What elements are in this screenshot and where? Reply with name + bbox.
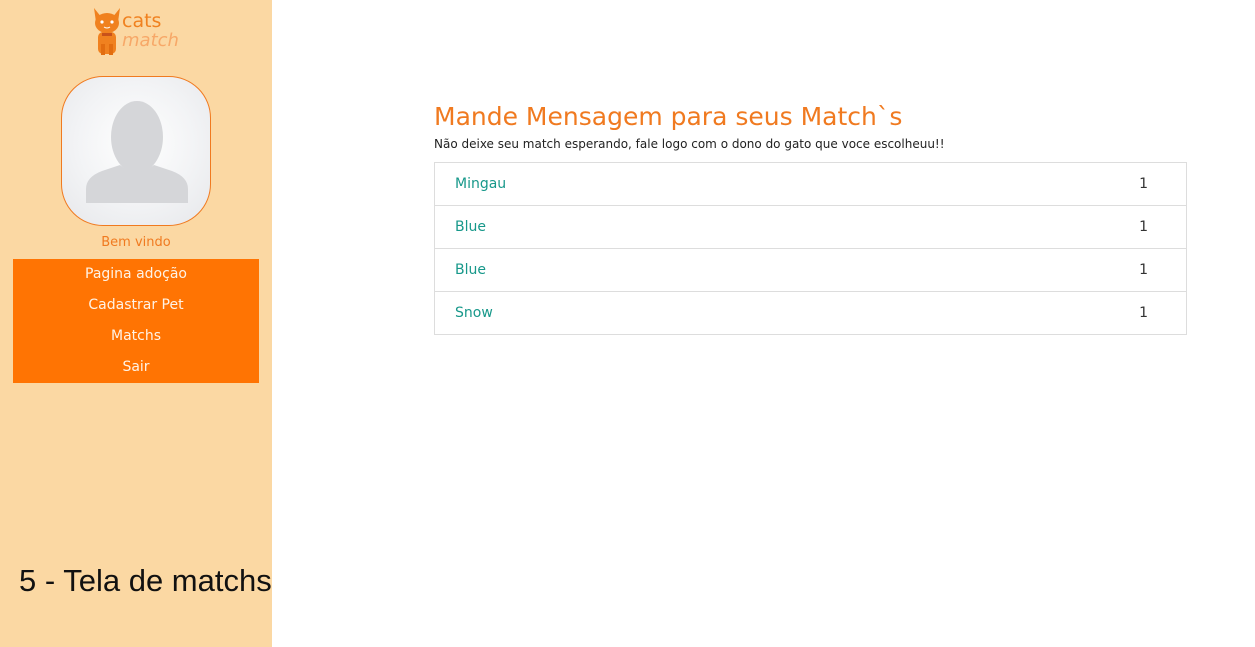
match-count-badge: 1 [1139, 219, 1148, 235]
page-subtitle: Não deixe seu match esperando, fale logo… [434, 137, 945, 151]
page-title: Mande Mensagem para seus Match`s [434, 102, 903, 131]
match-name[interactable]: Blue [455, 249, 486, 291]
avatar[interactable] [61, 76, 211, 226]
match-count-badge: 1 [1139, 305, 1148, 321]
sidebar-nav: Pagina adoção Cadastrar Pet Matchs Sair [13, 259, 259, 383]
match-item[interactable]: Mingau 1 [435, 163, 1186, 206]
match-name[interactable]: Blue [455, 206, 486, 248]
sidebar: cats match Bem vindo Pagina adoção Cadas… [0, 0, 272, 647]
match-count-badge: 1 [1139, 262, 1148, 278]
match-item[interactable]: Blue 1 [435, 249, 1186, 292]
match-name[interactable]: Mingau [455, 163, 506, 205]
nav-item-cadastrar-pet[interactable]: Cadastrar Pet [13, 290, 259, 321]
avatar-placeholder-icon [86, 101, 188, 203]
logo-text-cats: cats [122, 10, 162, 32]
match-name[interactable]: Snow [455, 292, 493, 334]
match-list: Mingau 1 Blue 1 Blue 1 Snow 1 [434, 162, 1187, 335]
screen-caption: 5 - Tela de matchs [19, 563, 272, 598]
match-item[interactable]: Snow 1 [435, 292, 1186, 334]
nav-item-matchs[interactable]: Matchs [13, 321, 259, 352]
welcome-text: Bem vindo [101, 235, 171, 250]
logo-text-match: match [122, 30, 179, 51]
cats-match-logo[interactable]: cats match [92, 6, 192, 58]
match-count-badge: 1 [1139, 176, 1148, 192]
match-item[interactable]: Blue 1 [435, 206, 1186, 249]
main-content: Mande Mensagem para seus Match`s Não dei… [434, 100, 1187, 335]
nav-item-sair[interactable]: Sair [13, 352, 259, 383]
nav-item-pagina-adocao[interactable]: Pagina adoção [13, 259, 259, 290]
cat-logo-icon [94, 8, 120, 55]
